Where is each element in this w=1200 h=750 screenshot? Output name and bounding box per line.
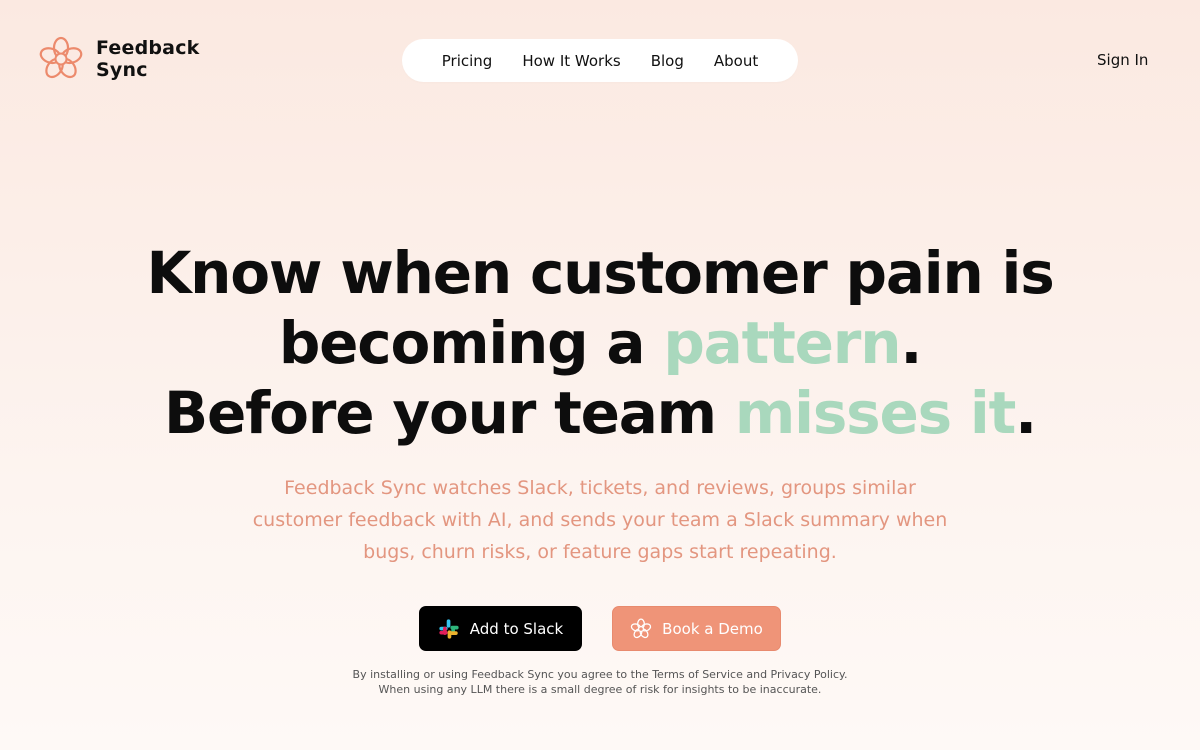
hero-line2-suffix: . xyxy=(900,309,922,377)
site-header: Feedback Sync Pricing How It Works Blog … xyxy=(0,0,1200,120)
brand-name: Feedback Sync xyxy=(96,37,206,81)
brand-logo-link[interactable]: Feedback Sync xyxy=(38,36,206,82)
hero-accent-pattern: pattern xyxy=(663,309,901,377)
slack-icon xyxy=(439,618,459,639)
hero-headline: Know when customer pain is becoming a pa… xyxy=(0,238,1200,448)
add-to-slack-label: Add to Slack xyxy=(469,619,564,638)
brand-name-line1: Feedback xyxy=(96,37,200,59)
sign-in-link[interactable]: Sign In xyxy=(1097,51,1148,69)
hero-line3-suffix: . xyxy=(1015,379,1037,447)
hero-headline-line2: becoming a pattern. xyxy=(0,308,1200,378)
disclaimer-line2: When using any LLM there is a small degr… xyxy=(378,683,822,696)
hero-headline-line3: Before your team misses it. xyxy=(0,378,1200,448)
cta-row: Add to Slack Book a Demo xyxy=(0,606,1200,651)
hero-accent-misses-it: misses it xyxy=(734,379,1016,447)
nav-item-about[interactable]: About xyxy=(714,52,758,70)
nav-item-how-it-works[interactable]: How It Works xyxy=(522,52,620,70)
nav-item-blog[interactable]: Blog xyxy=(651,52,684,70)
hero-line3-prefix: Before your team xyxy=(163,379,735,447)
book-demo-label: Book a Demo xyxy=(662,619,763,638)
main-nav: Pricing How It Works Blog About xyxy=(402,39,798,82)
legal-disclaimer: By installing or using Feedback Sync you… xyxy=(0,667,1200,697)
flower-icon xyxy=(631,617,652,638)
hero-subtitle: Feedback Sync watches Slack, tickets, an… xyxy=(252,477,948,563)
nav-item-pricing[interactable]: Pricing xyxy=(442,52,493,70)
hero-headline-line1: Know when customer pain is xyxy=(146,239,1054,307)
flower-icon xyxy=(39,36,83,79)
disclaimer-line1: By installing or using Feedback Sync you… xyxy=(352,668,848,681)
brand-name-line2: Sync xyxy=(96,59,148,81)
book-demo-button[interactable]: Book a Demo xyxy=(612,606,781,651)
add-to-slack-button[interactable]: Add to Slack xyxy=(419,606,582,651)
hero-line2-prefix: becoming a xyxy=(278,309,664,377)
